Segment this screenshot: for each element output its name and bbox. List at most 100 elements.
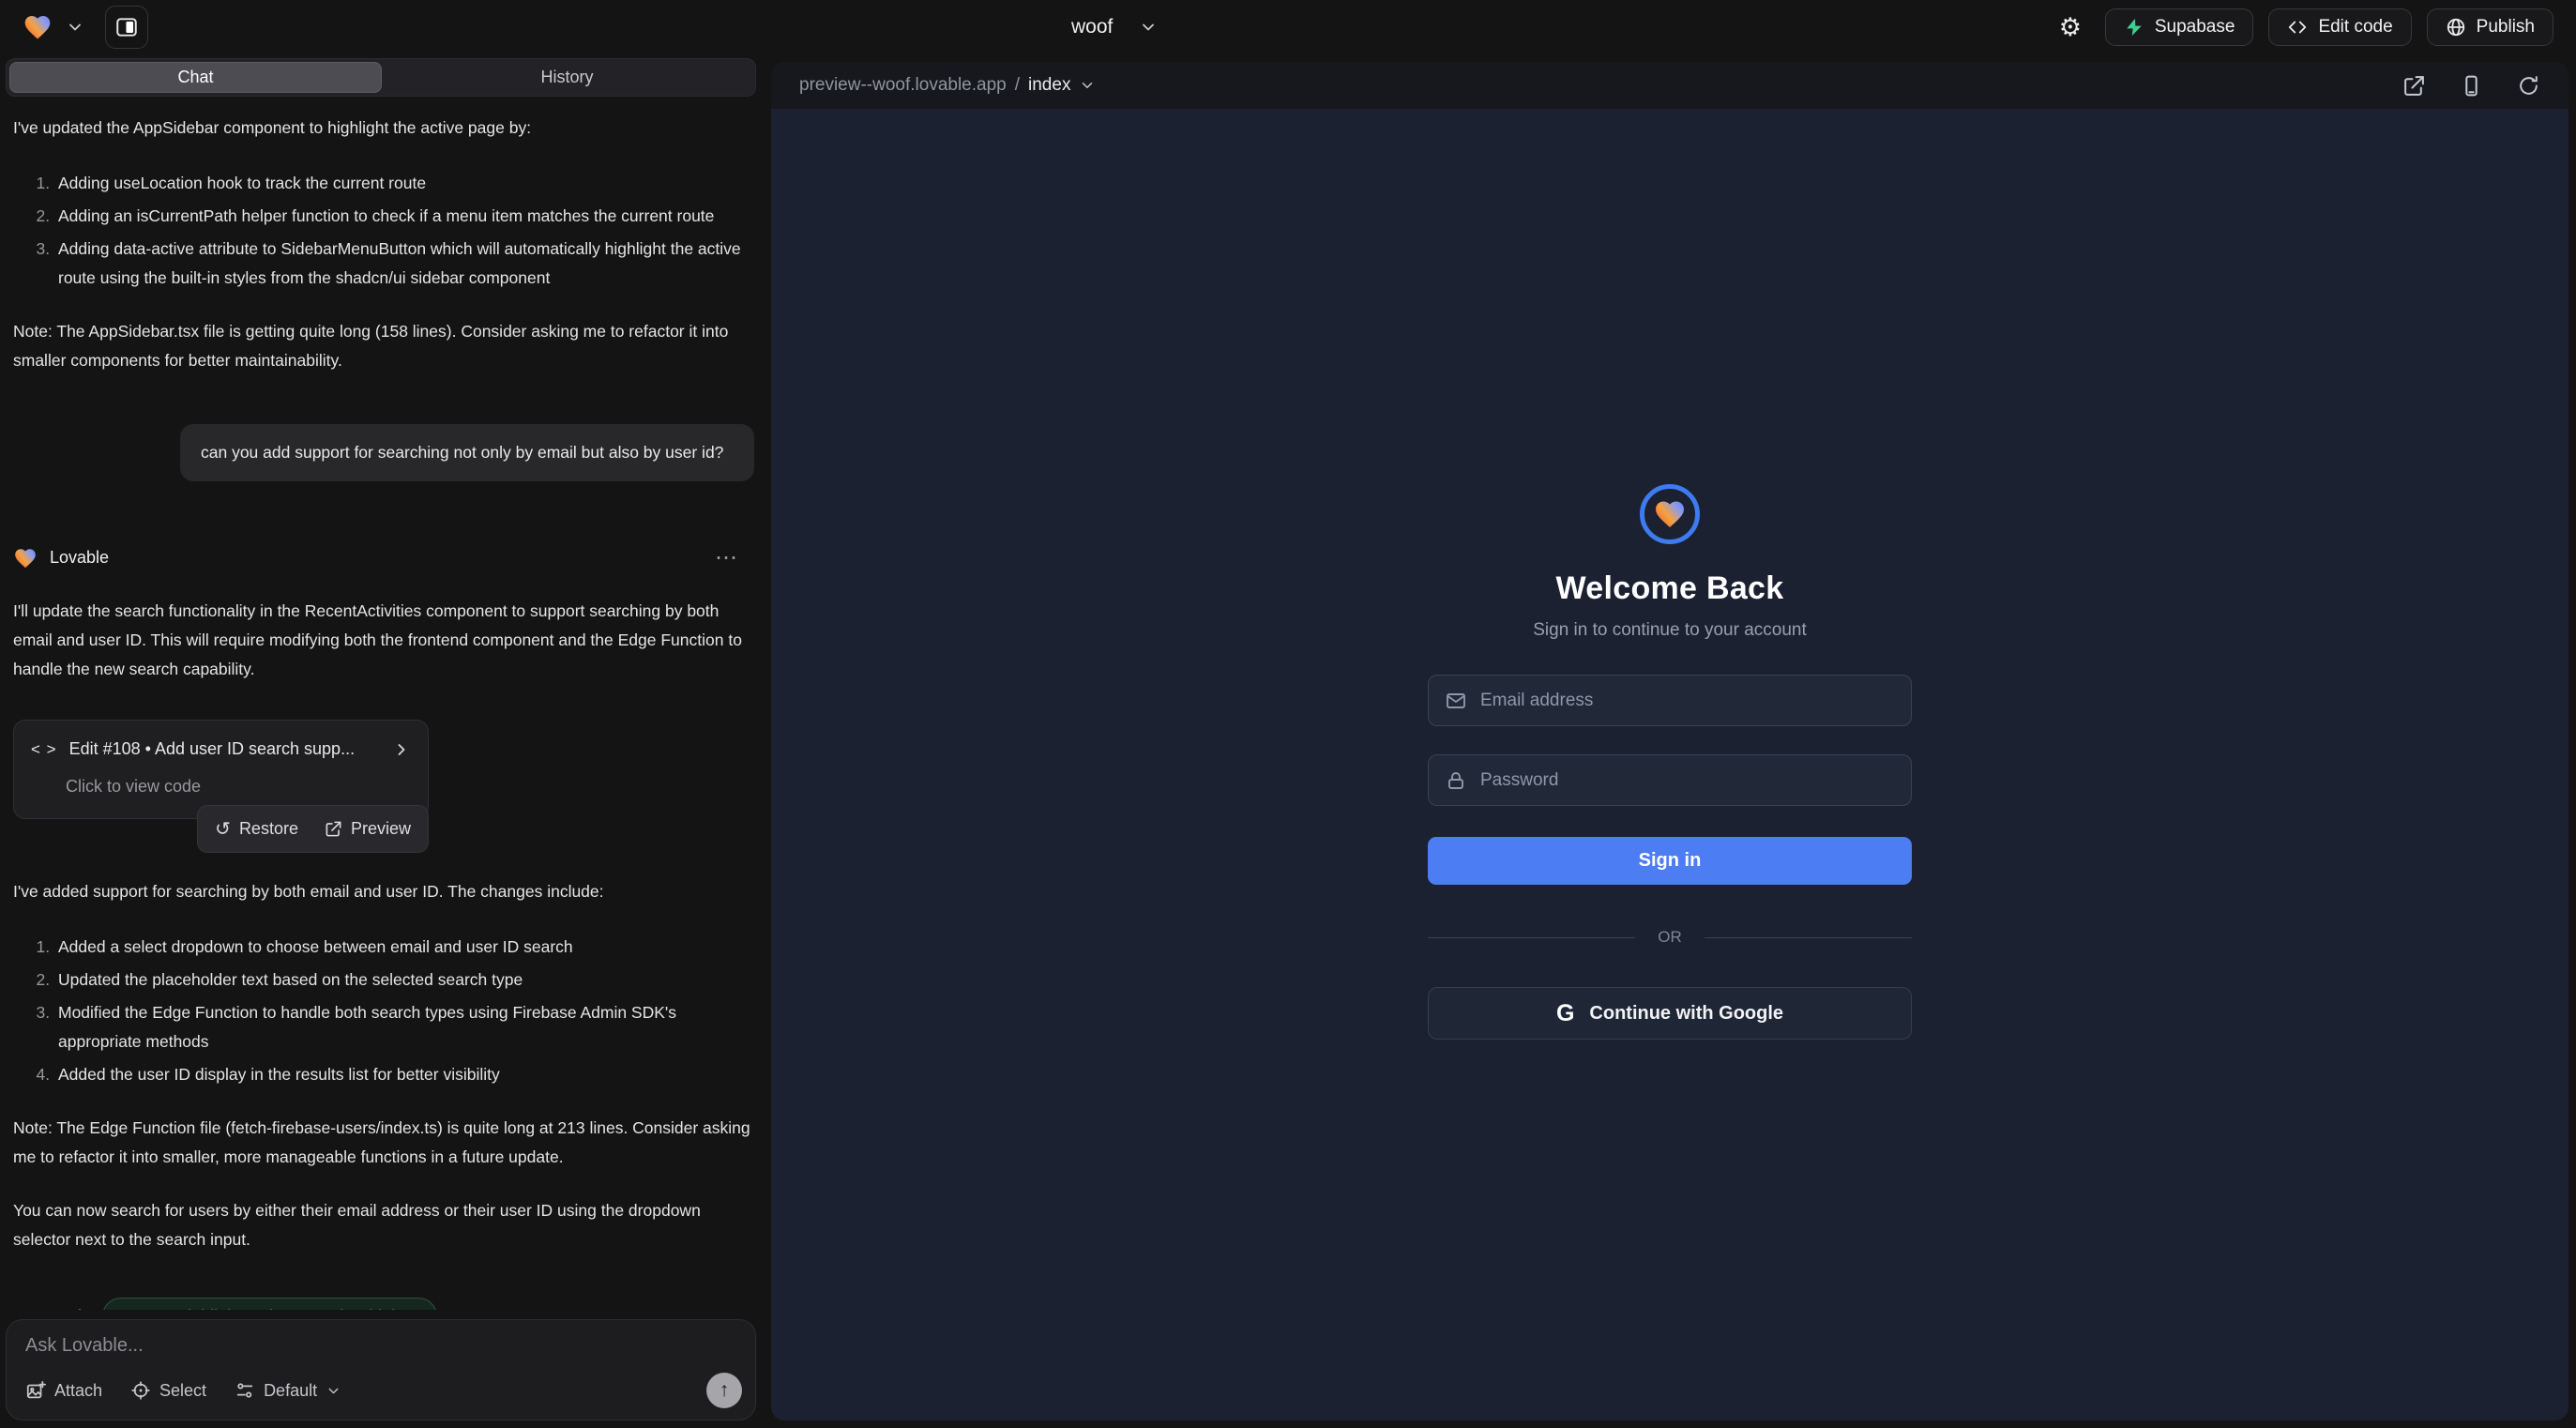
app-logo-group[interactable] (23, 12, 84, 42)
code-icon: < > (31, 735, 57, 764)
edit-card-title: Edit #108 • Add user ID search supp... (69, 735, 355, 764)
user-message-bubble: can you add support for searching not on… (180, 424, 754, 481)
url-divider: / (1015, 75, 1020, 96)
project-title[interactable]: woof (1071, 0, 1158, 54)
list-item: Added a select dropdown to choose betwee… (54, 933, 754, 962)
sign-in-button[interactable]: Sign in (1428, 837, 1912, 885)
signin-subtitle: Sign in to continue to your account (1533, 620, 1807, 641)
mode-label: Default (264, 1381, 317, 1401)
chevron-down-icon[interactable] (1139, 18, 1158, 37)
preview-url[interactable]: preview--woof.lovable.app / index (799, 75, 1096, 96)
divider-line (1428, 937, 1635, 938)
app-logo-badge (1640, 484, 1700, 544)
select-element-button[interactable]: Select (130, 1380, 206, 1401)
supabase-bolt-icon (2124, 17, 2144, 38)
supabase-label: Supabase (2155, 17, 2235, 38)
restore-label: Restore (239, 814, 298, 843)
tab-chat[interactable]: Chat (9, 62, 382, 93)
signin-title: Welcome Back (1556, 570, 1784, 607)
preview-button[interactable]: Preview (325, 814, 411, 843)
google-g-icon: G (1556, 1002, 1574, 1025)
assistant-paragraph: I'll update the search functionality in … (13, 597, 754, 684)
chat-composer[interactable]: Attach Select Default (6, 1319, 756, 1420)
chevron-down-icon[interactable] (1079, 77, 1096, 94)
edit-card-title-row: < > Edit #108 • Add user ID search supp.… (31, 735, 411, 764)
lock-icon (1445, 769, 1467, 792)
open-in-new-tab-icon[interactable] (2402, 74, 2426, 98)
assistant-paragraph: I've updated the AppSidebar component to… (13, 114, 754, 143)
top-bar: woof ⚙ Supabase Edit code Publish (0, 0, 2576, 54)
restore-icon: ↺ (215, 820, 231, 839)
mode-selector[interactable]: Default (235, 1380, 341, 1401)
signin-form: Sign in OR G Continue with Google (1428, 675, 1912, 1040)
publish-button[interactable]: Publish (2427, 8, 2553, 46)
chat-message-list[interactable]: I've updated the AppSidebar component to… (0, 97, 762, 1310)
version-title: Highlight Active Page in Sidebar (175, 1302, 416, 1311)
assistant-name: Lovable (50, 543, 109, 572)
supabase-button[interactable]: Supabase (2105, 8, 2254, 46)
publish-label: Publish (2477, 17, 2535, 38)
lovable-heart-icon (13, 546, 38, 570)
external-link-icon (325, 820, 342, 838)
preview-url-bar: preview--woof.lovable.app / index (771, 62, 2568, 109)
tab-history[interactable]: History (382, 62, 752, 93)
chevron-right-icon[interactable] (392, 740, 411, 759)
chat-input[interactable] (25, 1335, 736, 1373)
email-field[interactable] (1428, 675, 1912, 726)
assistant-numbered-list: Added a select dropdown to choose betwee… (13, 933, 754, 1089)
preview-panel: preview--woof.lovable.app / index (771, 62, 2568, 1420)
code-icon (2287, 17, 2308, 38)
send-button[interactable]: ↑ (706, 1373, 742, 1408)
password-field[interactable] (1428, 754, 1912, 806)
restore-button[interactable]: ↺ Restore (215, 814, 298, 843)
list-item: Adding data-active attribute to SidebarM… (54, 235, 754, 293)
divider-label: OR (1658, 928, 1682, 947)
edit-code-button[interactable]: Edit code (2268, 8, 2411, 46)
attach-label: Attach (54, 1381, 102, 1401)
sidebar-toggle-button[interactable] (105, 6, 148, 49)
restored-row: Restored #107 Highlight Active Page in S… (13, 1298, 754, 1310)
mobile-view-icon[interactable] (2460, 74, 2483, 98)
url-page: index (1028, 75, 1070, 96)
assistant-paragraph: I've added support for searching by both… (13, 877, 754, 906)
select-label: Select (159, 1381, 206, 1401)
restored-label: Restored (13, 1302, 82, 1311)
divider-line (1705, 937, 1912, 938)
assistant-message-header: Lovable ⋯ (13, 543, 754, 572)
list-item: Updated the placeholder text based on th… (54, 965, 754, 995)
refresh-icon[interactable] (2517, 74, 2540, 98)
assistant-note: Note: The AppSidebar.tsx file is getting… (13, 317, 754, 375)
chevron-down-icon[interactable] (66, 18, 84, 37)
chat-history-tabs: Chat History (6, 58, 756, 97)
edit-code-label: Edit code (2318, 17, 2392, 38)
view-code-link[interactable]: Click to view code (31, 772, 411, 801)
arrow-up-icon: ↑ (720, 1379, 730, 1402)
sliders-icon (235, 1380, 255, 1401)
heart-icon (1653, 497, 1687, 531)
restored-version-badge[interactable]: #107 Highlight Active Page in Sidebar (102, 1298, 437, 1310)
preview-actions (2402, 74, 2540, 98)
password-input[interactable] (1480, 770, 1895, 791)
assistant-numbered-list: Adding useLocation hook to track the cur… (13, 169, 754, 293)
attach-image-icon (25, 1380, 46, 1401)
continue-with-google-button[interactable]: G Continue with Google (1428, 987, 1912, 1040)
more-options-icon[interactable]: ⋯ (715, 547, 737, 570)
assistant-note: Note: The Edge Function file (fetch-fire… (13, 1114, 754, 1172)
assistant-paragraph: You can now search for users by either t… (13, 1196, 754, 1254)
edit-card-actions: ↺ Restore Preview (197, 805, 429, 853)
sidebar-toggle-icon (114, 15, 139, 39)
attach-button[interactable]: Attach (25, 1380, 102, 1401)
list-item: Adding useLocation hook to track the cur… (54, 169, 754, 198)
preview-label: Preview (351, 814, 411, 843)
list-item: Added the user ID display in the results… (54, 1060, 754, 1089)
email-input[interactable] (1480, 691, 1895, 711)
top-bar-actions: ⚙ Supabase Edit code Publish (2051, 8, 2553, 47)
edit-card-wrap: < > Edit #108 • Add user ID search supp.… (13, 720, 429, 853)
chevron-down-icon (326, 1383, 341, 1399)
edit-chip-row: ↺ Restore Preview (13, 805, 429, 853)
settings-button[interactable]: ⚙ (2051, 8, 2090, 47)
target-icon (130, 1380, 151, 1401)
google-label: Continue with Google (1589, 1003, 1783, 1025)
gear-icon: ⚙ (2059, 13, 2082, 42)
url-host: preview--woof.lovable.app (799, 75, 1007, 96)
